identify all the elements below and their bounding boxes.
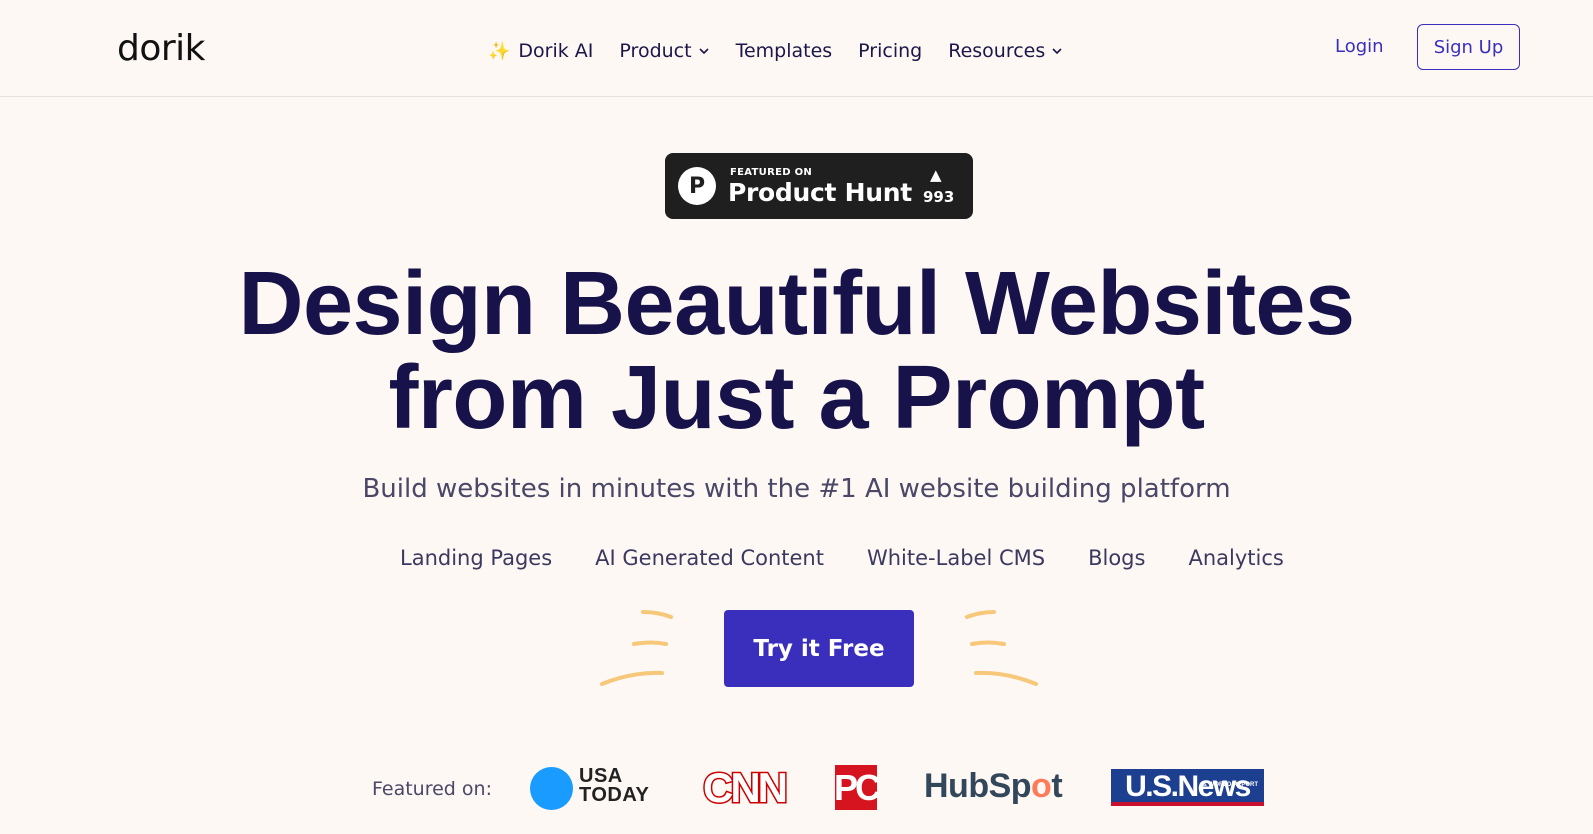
burst-left-icon <box>600 610 673 686</box>
nav-item-product[interactable]: Product <box>619 40 709 62</box>
feature-list: Landing Pages AI Generated Content White… <box>400 543 1284 573</box>
ph-name: Product Hunt <box>728 178 912 207</box>
cnn-logo: CNN <box>702 763 790 813</box>
hubspot-text-b: t <box>1051 767 1063 805</box>
hubspot-text-a: HubSp <box>924 767 1032 805</box>
nav-item-templates[interactable]: Templates <box>736 40 833 62</box>
logo-text: dorik <box>117 27 206 69</box>
site-header: dorik ✨ Dorik AI Product Templates Prici… <box>0 0 1593 97</box>
product-hunt-icon: P <box>678 167 716 205</box>
us-news-logo: & WORLD REPORT U.S.News <box>1111 769 1264 806</box>
feature-white-label-cms: White-Label CMS <box>866 546 1046 570</box>
sparkle-icon: ✨ <box>488 40 511 62</box>
feature-ai-content: AI Generated Content <box>595 546 824 570</box>
chevron-down-icon <box>1052 48 1062 55</box>
hero-title-line-2: from Just a Prompt <box>388 348 1205 448</box>
usnews-small-text: & WORLD REPORT <box>1202 782 1258 788</box>
usa-today-logo-icon <box>530 767 573 810</box>
nav-label: Pricing <box>858 40 923 62</box>
nav-label: Resources <box>948 40 1046 62</box>
nav-label: Product <box>619 40 692 62</box>
signup-button[interactable]: Sign Up <box>1417 24 1520 70</box>
login-link[interactable]: Login <box>1335 36 1384 57</box>
ph-featured-on: FEATURED ON <box>730 167 813 178</box>
nav-item-resources[interactable]: Resources <box>948 40 1063 62</box>
burst-right-icon <box>965 610 1038 686</box>
main-nav: ✨ Dorik AI Product Templates Pricing Res… <box>488 36 1089 66</box>
usa-today-logo: USA TODAY <box>579 766 650 806</box>
nav-label: Templates <box>735 40 833 62</box>
hero-subtitle: Build websites in minutes with the #1 AI… <box>362 474 1231 504</box>
hero-title-line-1: Design Beautiful Websites <box>238 254 1355 354</box>
upvote-arrow-icon: ▲ <box>930 166 942 184</box>
feature-blogs: Blogs <box>1088 546 1146 570</box>
feature-analytics: Analytics <box>1188 546 1284 570</box>
nav-item-pricing[interactable]: Pricing <box>858 40 922 62</box>
hubspot-sprocket: o <box>1031 767 1052 805</box>
chevron-down-icon <box>698 48 709 55</box>
hubspot-logo: HubSpot <box>924 767 1063 806</box>
nav-label: Dorik AI <box>518 40 594 62</box>
featured-on-label: Featured on: <box>372 778 492 800</box>
product-hunt-badge[interactable]: P FEATURED ON Product Hunt ▲ 993 <box>665 153 973 219</box>
pc-mag-logo: PC <box>834 765 881 810</box>
dorik-logo[interactable]: dorik <box>117 26 206 70</box>
ph-vote-count: 993 <box>923 188 955 206</box>
try-it-free-button[interactable]: Try it Free <box>724 610 914 687</box>
usa-today-line2: TODAY <box>579 784 650 806</box>
feature-landing-pages: Landing Pages <box>400 546 553 570</box>
nav-item-dorik-ai[interactable]: ✨ Dorik AI <box>488 40 593 62</box>
